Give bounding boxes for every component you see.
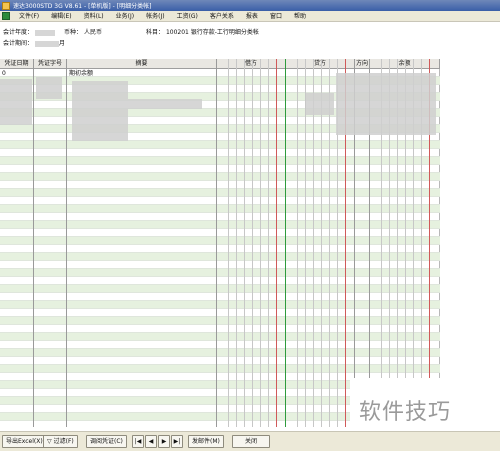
export-excel-button[interactable]: 导出Excel(X) bbox=[2, 435, 47, 448]
menu-business[interactable]: 业务(J) bbox=[110, 11, 140, 22]
period-info: 会计期间： 月 bbox=[3, 39, 65, 48]
first-record-button[interactable]: |◀ bbox=[132, 435, 144, 448]
column-divider bbox=[33, 59, 34, 427]
redacted-region bbox=[128, 99, 202, 109]
digit-divider bbox=[268, 59, 269, 427]
menu-window[interactable]: 窗口 bbox=[264, 11, 288, 22]
digit-divider bbox=[297, 59, 298, 427]
send-email-label: 发邮件(M) bbox=[192, 438, 220, 445]
close-label: 关闭 bbox=[244, 438, 257, 445]
app-icon bbox=[2, 1, 10, 10]
export-excel-label: 导出Excel(X) bbox=[6, 438, 43, 445]
menu-bar: 文件(F) 编辑(E) 资料(L) 业务(J) 帐务(J) 工资(G) 客户关系… bbox=[0, 11, 500, 22]
digit-divider bbox=[228, 59, 229, 427]
account-label: 科目： bbox=[146, 29, 165, 36]
window-title: 速达3000STD 3G V8.61 - [单机版] - [明细分类帐] bbox=[13, 3, 152, 10]
col-header-voucher-no: 凭证字号 bbox=[34, 59, 67, 68]
fiscal-year-label: 会计年度： bbox=[3, 29, 34, 36]
period-suffix: 月 bbox=[59, 40, 66, 47]
digit-divider bbox=[236, 59, 237, 427]
last-icon: ▶| bbox=[173, 438, 181, 445]
col-header-direction: 方向 bbox=[355, 59, 370, 68]
previous-record-button[interactable]: ◀ bbox=[145, 435, 157, 448]
ledger-table[interactable]: 凭证日期 凭证字号 摘要 借方 贷方 方向 余额 0 期初余额 bbox=[0, 59, 440, 427]
first-row-date-partial: 0 bbox=[2, 70, 6, 77]
view-voucher-label: 调阅凭证(C) bbox=[90, 438, 123, 445]
redacted-region bbox=[0, 79, 32, 125]
column-divider bbox=[66, 59, 67, 427]
digit-divider bbox=[252, 59, 253, 427]
decimal-divider bbox=[276, 59, 277, 427]
document-icon bbox=[2, 12, 10, 20]
bottom-toolbar: 导出Excel(X) ▽ 过滤(F) 调阅凭证(C) |◀ ◀ ▶ ▶| 发邮件… bbox=[0, 431, 500, 451]
last-record-button[interactable]: ▶| bbox=[171, 435, 183, 448]
menu-data[interactable]: 资料(L) bbox=[78, 11, 110, 22]
next-icon: ▶ bbox=[161, 438, 167, 445]
menu-crm[interactable]: 客户关系 bbox=[204, 11, 240, 22]
menu-accounts[interactable]: 帐务(J) bbox=[140, 11, 170, 22]
menu-help[interactable]: 帮助 bbox=[288, 11, 312, 22]
currency-value: 人民币 bbox=[83, 29, 102, 36]
menu-payroll[interactable]: 工资(G) bbox=[171, 11, 204, 22]
menu-reports[interactable]: 报表 bbox=[240, 11, 264, 22]
redacted-region bbox=[306, 93, 334, 115]
close-button[interactable]: 关闭 bbox=[232, 435, 270, 448]
col-header-date: 凭证日期 bbox=[0, 59, 34, 68]
currency-info: 币种： 人民币 bbox=[64, 28, 102, 37]
fiscal-year-info: 会计年度： bbox=[3, 28, 56, 37]
menu-file[interactable]: 文件(F) bbox=[13, 11, 45, 22]
menu-edit[interactable]: 编辑(E) bbox=[45, 11, 77, 22]
watermark-text: 软件技巧 bbox=[359, 400, 452, 425]
column-divider bbox=[216, 59, 217, 427]
title-bar: 速达3000STD 3G V8.61 - [单机版] - [明细分类帐] bbox=[0, 0, 500, 11]
filter-label: 过滤(F) bbox=[53, 438, 74, 445]
previous-icon: ◀ bbox=[148, 438, 154, 445]
first-row-summary: 期初余额 bbox=[69, 70, 94, 77]
filter-icon: ▽ bbox=[47, 438, 52, 445]
digit-divider bbox=[260, 59, 261, 427]
currency-label: 币种： bbox=[64, 29, 83, 36]
ledger-info-panel: 会计年度： 币种： 人民币 科目： 100201 银行存款-工行明细分类帐 会计… bbox=[0, 22, 500, 58]
first-icon: |◀ bbox=[134, 438, 142, 445]
redacted-region bbox=[36, 77, 62, 99]
send-email-button[interactable]: 发邮件(M) bbox=[188, 435, 224, 448]
col-header-summary: 摘要 bbox=[67, 59, 217, 68]
account-info: 科目： 100201 银行存款-工行明细分类帐 bbox=[146, 28, 259, 37]
view-voucher-button[interactable]: 调阅凭证(C) bbox=[86, 435, 127, 448]
period-label: 会计期间： bbox=[3, 40, 34, 47]
redacted-region bbox=[72, 81, 128, 141]
next-record-button[interactable]: ▶ bbox=[158, 435, 170, 448]
debit-credit-divider bbox=[285, 59, 286, 427]
digit-divider bbox=[244, 59, 245, 427]
period-value-redacted bbox=[35, 40, 60, 47]
fiscal-year-value-redacted bbox=[35, 29, 56, 36]
filter-button[interactable]: ▽ 过滤(F) bbox=[43, 435, 78, 448]
account-value: 100201 银行存款-工行明细分类帐 bbox=[165, 29, 259, 36]
watermark: 软件技巧 bbox=[350, 378, 500, 430]
redacted-region bbox=[336, 73, 436, 135]
